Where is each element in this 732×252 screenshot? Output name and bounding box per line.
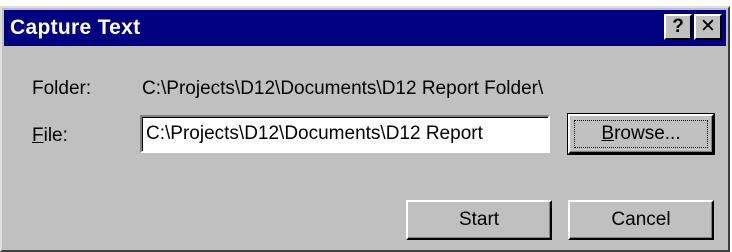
start-button[interactable]: Start [406,200,552,240]
browse-button[interactable]: Browse... [567,113,715,155]
title-bar[interactable]: Capture Text ? ✕ [4,10,726,46]
file-label: File: [32,125,68,147]
focus-rectangle [574,120,708,148]
file-label-mnemonic: F [32,125,44,146]
file-path-input[interactable]: C:\Projects\D12\Documents\D12 Report [140,115,550,153]
close-icon[interactable]: ✕ [694,14,722,40]
capture-text-dialog: Capture Text ? ✕ Folder: C:\Projects\D12… [0,6,730,252]
folder-label: Folder: [32,78,92,99]
help-icon[interactable]: ? [664,14,692,40]
file-label-rest: ile: [43,125,68,146]
folder-value: C:\Projects\D12\Documents\D12 Report Fol… [142,78,544,99]
window-title: Capture Text [10,16,141,39]
cancel-button[interactable]: Cancel [568,200,714,240]
